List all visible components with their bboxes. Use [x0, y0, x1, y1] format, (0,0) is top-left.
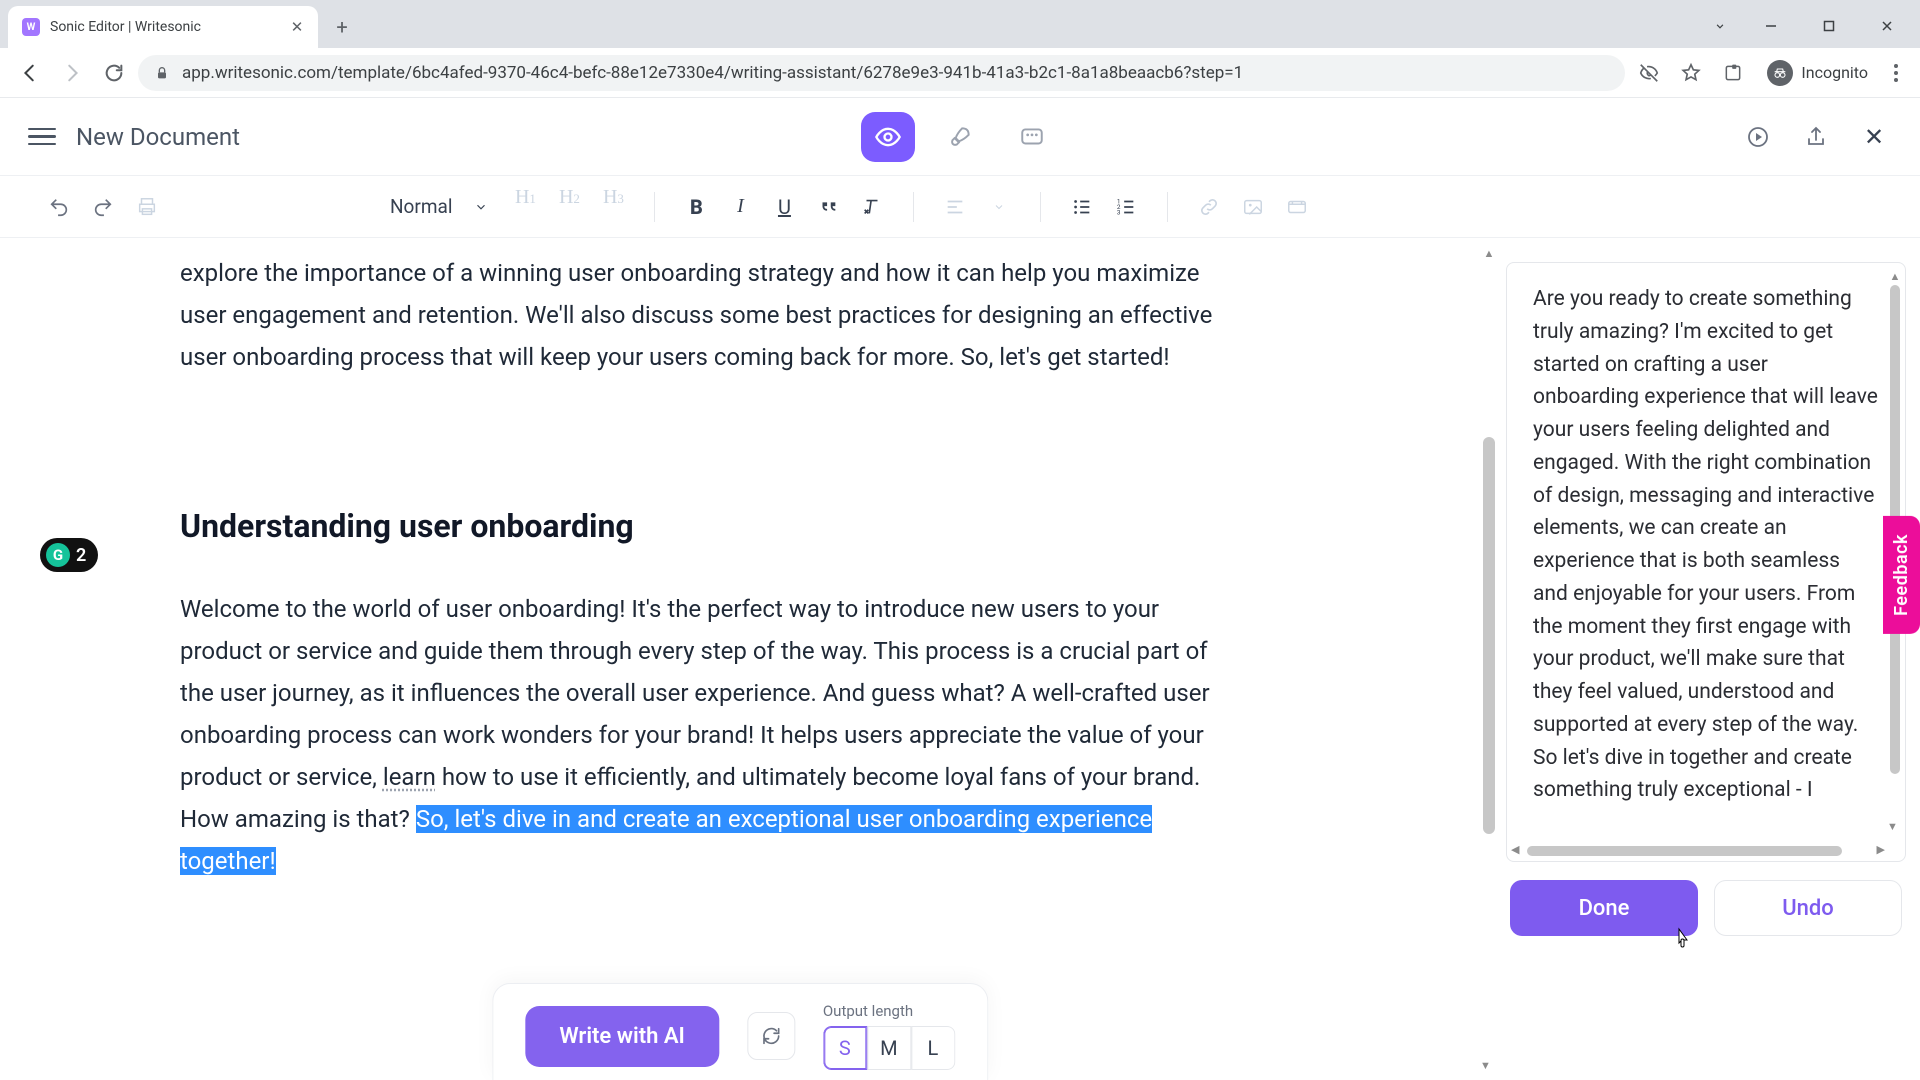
scroll-down-icon[interactable]: ▼: [1887, 817, 1898, 835]
ai-suggestion-box: Are you ready to create something truly …: [1506, 262, 1906, 862]
editor-area[interactable]: G 2 explore the importance of a winning …: [0, 238, 1500, 1080]
feedback-tab[interactable]: Feedback: [1883, 516, 1920, 634]
link-button[interactable]: [1188, 186, 1230, 228]
bold-button[interactable]: B: [675, 186, 717, 228]
length-l-button[interactable]: L: [911, 1026, 955, 1070]
video-button[interactable]: [1276, 186, 1318, 228]
play-circle-icon[interactable]: [1740, 119, 1776, 155]
chevron-down-icon: [474, 200, 488, 214]
paragraph[interactable]: Welcome to the world of user onboarding!…: [180, 588, 1240, 882]
incognito-icon: [1767, 60, 1793, 86]
heading[interactable]: Understanding user onboarding: [180, 498, 1240, 554]
quote-button[interactable]: [807, 186, 849, 228]
editor-scrollbar[interactable]: ▲ ▼: [1480, 244, 1498, 1074]
italic-button[interactable]: I: [719, 186, 761, 228]
image-button[interactable]: [1232, 186, 1274, 228]
chat-button[interactable]: [1005, 112, 1059, 162]
ai-suggestion-text[interactable]: Are you ready to create something truly …: [1507, 263, 1905, 823]
output-length-label: Output length: [823, 1002, 955, 1020]
h3-button[interactable]: H3: [592, 186, 634, 228]
browser-menu-icon[interactable]: [1884, 64, 1908, 82]
favicon-icon: W: [22, 18, 40, 36]
clear-format-button[interactable]: [851, 186, 893, 228]
write-with-ai-button[interactable]: Write with AI: [525, 1006, 719, 1067]
scroll-down-icon[interactable]: ▼: [1480, 1056, 1491, 1074]
star-icon[interactable]: [1673, 55, 1709, 91]
nav-reload-button[interactable]: [96, 55, 132, 91]
window-close-button[interactable]: [1858, 4, 1916, 48]
align-dropdown[interactable]: [978, 186, 1020, 228]
h1-button[interactable]: H1: [504, 186, 546, 228]
align-button[interactable]: [934, 186, 976, 228]
cursor-icon: [1673, 927, 1693, 951]
share-icon[interactable]: [1798, 119, 1834, 155]
ai-scrollbar-h[interactable]: ◀ ▶: [1511, 843, 1885, 859]
scroll-up-icon[interactable]: ▲: [1887, 267, 1903, 285]
print-button[interactable]: [126, 186, 168, 228]
scroll-up-icon[interactable]: ▲: [1480, 244, 1498, 262]
length-m-button[interactable]: M: [867, 1026, 911, 1070]
paragraph-style-select[interactable]: Normal: [376, 195, 502, 218]
refresh-button[interactable]: [747, 1012, 795, 1060]
window-maximize-button[interactable]: [1800, 4, 1858, 48]
eye-off-icon[interactable]: [1631, 55, 1667, 91]
menu-toggle-button[interactable]: [28, 123, 56, 151]
h2-button[interactable]: H2: [548, 186, 590, 228]
incognito-badge[interactable]: Incognito: [1757, 60, 1878, 86]
underline-button[interactable]: U: [763, 186, 805, 228]
preview-button[interactable]: [861, 112, 915, 162]
document-title[interactable]: New Document: [76, 123, 240, 151]
close-button[interactable]: ✕: [1856, 123, 1892, 151]
lock-icon: [154, 65, 170, 81]
write-ai-bar: Write with AI Output length S M L: [492, 983, 988, 1080]
tab-close-icon[interactable]: ✕: [288, 18, 306, 36]
new-tab-button[interactable]: +: [326, 11, 358, 43]
output-length-group: S M L: [823, 1026, 955, 1070]
undo-button[interactable]: [38, 186, 80, 228]
nav-forward-button: [54, 55, 90, 91]
bullet-list-button[interactable]: [1061, 186, 1103, 228]
numbered-list-button[interactable]: 123: [1105, 186, 1147, 228]
spelling-underline[interactable]: learn: [383, 763, 436, 791]
address-bar[interactable]: app.writesonic.com/template/6bc4afed-937…: [138, 55, 1625, 91]
redo-button[interactable]: [82, 186, 124, 228]
browser-tab[interactable]: W Sonic Editor | Writesonic ✕: [8, 6, 318, 48]
tabs-dropdown-icon[interactable]: [1698, 4, 1742, 48]
url-text: app.writesonic.com/template/6bc4afed-937…: [182, 63, 1609, 83]
undo-button[interactable]: Undo: [1714, 880, 1902, 936]
svg-text:3: 3: [1117, 208, 1121, 216]
tab-title: Sonic Editor | Writesonic: [50, 19, 278, 35]
paragraph[interactable]: explore the importance of a winning user…: [180, 252, 1240, 378]
done-button[interactable]: Done: [1510, 880, 1698, 936]
length-s-button[interactable]: S: [823, 1026, 867, 1070]
nav-back-button[interactable]: [12, 55, 48, 91]
window-minimize-button[interactable]: [1742, 4, 1800, 48]
rocket-button[interactable]: [933, 112, 987, 162]
extensions-icon[interactable]: [1715, 55, 1751, 91]
